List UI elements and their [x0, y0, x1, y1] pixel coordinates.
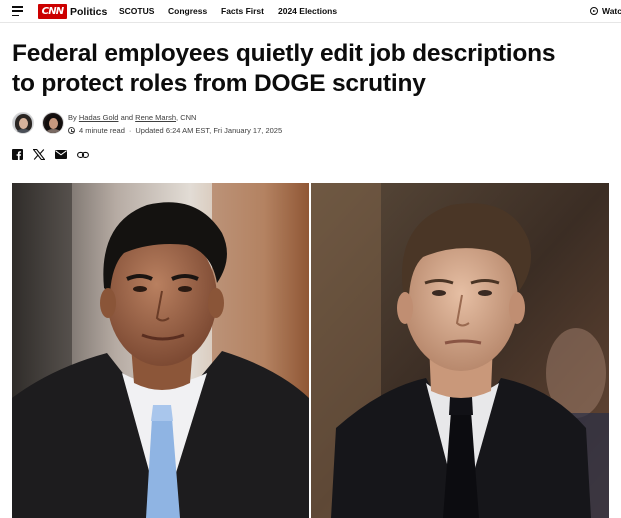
top-nav: CNN Politics SCOTUS Congress Facts First… [0, 0, 621, 23]
byline-prefix: By [68, 113, 77, 122]
article-headline: Federal employees quietly edit job descr… [12, 39, 612, 99]
headline-line-2: to protect roles from DOGE scrutiny [12, 70, 426, 97]
hamburger-menu-icon[interactable] [12, 6, 23, 16]
byline-outlet: , CNN [176, 113, 197, 122]
headline-line-1: Federal employees quietly edit job descr… [12, 40, 556, 67]
avatar-rene-marsh[interactable] [42, 112, 64, 134]
nav-link-2024-elections[interactable]: 2024 Elections [278, 6, 337, 16]
author-link-rene-marsh[interactable]: Rene Marsh [135, 113, 176, 122]
x-icon[interactable] [33, 149, 45, 160]
article-meta: 4 minute read · Updated 6:24 AM EST, Fri… [68, 126, 282, 135]
byline: By Hadas Gold and Rene Marsh, CNN [68, 113, 196, 122]
author-link-hadas-gold[interactable]: Hadas Gold [79, 113, 119, 122]
section-name[interactable]: Politics [70, 6, 107, 18]
nav-link-facts-first[interactable]: Facts First [221, 6, 264, 16]
avatar-hadas-gold[interactable] [12, 112, 34, 134]
read-time: 4 minute read [79, 126, 125, 135]
brand[interactable]: CNN Politics [38, 4, 107, 19]
watch-label: Watch [602, 6, 621, 16]
watch-button[interactable]: Watch [590, 6, 621, 16]
byline-and: and [120, 113, 134, 122]
nav-link-congress[interactable]: Congress [168, 6, 207, 16]
cnn-logo[interactable]: CNN [38, 4, 67, 19]
email-icon[interactable] [55, 150, 67, 159]
share-bar [12, 149, 99, 160]
link-icon[interactable] [77, 151, 89, 159]
updated-timestamp: Updated 6:24 AM EST, Fri January 17, 202… [135, 126, 283, 135]
play-icon [590, 7, 598, 15]
clock-icon [68, 127, 75, 134]
photo-left-portrait [12, 183, 309, 518]
facebook-icon[interactable] [12, 149, 23, 160]
meta-separator: · [128, 126, 132, 135]
nav-link-scotus[interactable]: SCOTUS [119, 6, 154, 16]
author-avatars [12, 112, 72, 134]
photo-right-portrait [311, 183, 609, 518]
